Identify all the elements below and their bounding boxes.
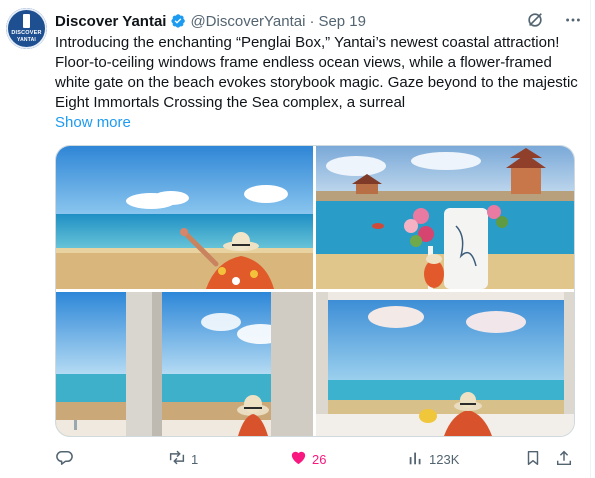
avatar-text-bottom: YANTAI	[17, 37, 36, 43]
column-divider	[590, 0, 591, 478]
repost-button[interactable]: 1	[167, 448, 198, 470]
post-date[interactable]: Sep 19	[318, 13, 366, 30]
bookmark-icon	[524, 449, 542, 470]
reply-icon	[55, 448, 74, 470]
repost-count: 1	[191, 451, 199, 467]
photo-window-sea-view-right[interactable]	[316, 292, 574, 436]
repost-icon	[167, 448, 187, 470]
photo-white-gate-flowers-pavilion[interactable]	[316, 146, 574, 289]
views-count: 123K	[429, 451, 460, 467]
reply-button[interactable]	[55, 448, 78, 470]
like-count: 26	[312, 451, 327, 467]
share-icon	[555, 449, 573, 470]
avatar[interactable]: DISCOVER YANTAI	[6, 8, 47, 49]
user-handle[interactable]: @DiscoverYantai	[190, 13, 305, 30]
heart-icon	[289, 448, 308, 470]
photo-beach-woman-waving[interactable]	[56, 146, 313, 289]
separator-dot: ·	[309, 12, 315, 30]
share-button[interactable]	[555, 448, 573, 470]
views-button[interactable]: 123K	[407, 448, 459, 470]
avatar-text-top: DISCOVER	[11, 30, 42, 36]
more-options-icon[interactable]	[563, 10, 583, 30]
media-grid	[55, 145, 575, 437]
post-text: Introducing the enchanting “Penglai Box,…	[55, 34, 578, 111]
photo-window-sea-view-left[interactable]	[56, 292, 313, 436]
bookmark-button[interactable]	[524, 448, 542, 470]
like-button[interactable]: 26	[289, 448, 326, 470]
verified-badge-icon	[170, 13, 186, 29]
post-top-actions	[525, 10, 583, 30]
views-chart-icon	[407, 449, 425, 470]
action-bar: 1 26 123K	[55, 448, 575, 470]
display-name[interactable]: Discover Yantai	[55, 13, 166, 30]
grok-icon[interactable]	[525, 10, 545, 30]
post-header: Discover Yantai @DiscoverYantai · Sep 19	[55, 12, 366, 30]
lighthouse-icon	[23, 14, 30, 28]
show-more-link[interactable]: Show more	[55, 113, 131, 133]
